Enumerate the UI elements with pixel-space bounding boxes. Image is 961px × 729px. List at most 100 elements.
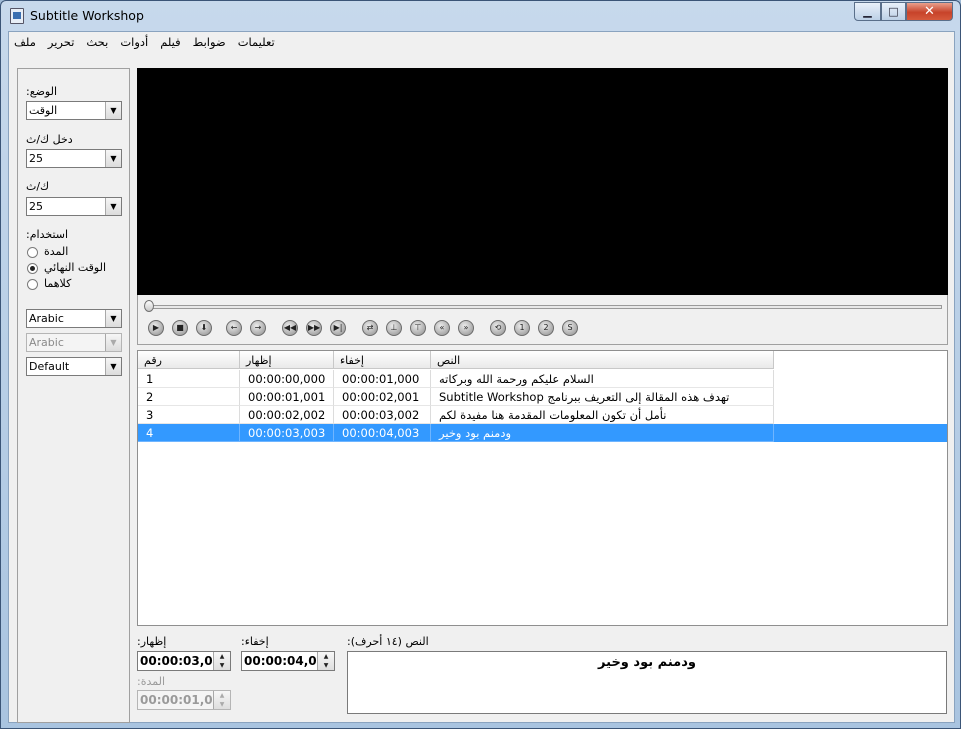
cell-hide: 00:00:02,001 bbox=[334, 388, 431, 406]
app-window: Subtitle Workshop ▁ □ ✕ ملف تحرير بحث أد… bbox=[0, 0, 961, 729]
input-fps-label: دخل ك/ث bbox=[26, 133, 73, 146]
text-label: :(النص (١٤ أحرف bbox=[347, 635, 429, 648]
chevron-down-icon[interactable]: ▼ bbox=[105, 150, 121, 167]
radio-duration[interactable] bbox=[27, 247, 38, 258]
menu-settings[interactable]: ضوابط bbox=[193, 35, 226, 49]
start-time-icon[interactable]: 1 bbox=[514, 320, 530, 336]
rewind-icon[interactable]: ◀◀ bbox=[282, 320, 298, 336]
client-area: ملف تحرير بحث أدوات فيلم ضوابط تعليمات :… bbox=[8, 31, 955, 723]
seek-bar[interactable] bbox=[146, 305, 942, 309]
language-1-value: Arabic bbox=[29, 312, 64, 325]
cell-number: 3 bbox=[138, 406, 240, 424]
pause-icon[interactable]: ⬇ bbox=[196, 320, 212, 336]
stop-icon[interactable]: ■ bbox=[172, 320, 188, 336]
mode-combo[interactable]: الوقت ▼ bbox=[26, 101, 122, 120]
close-button[interactable]: ✕ bbox=[906, 2, 953, 21]
style-combo[interactable]: Default ▼ bbox=[26, 357, 122, 376]
chevron-down-icon[interactable]: ▼ bbox=[105, 198, 121, 215]
menu-file[interactable]: ملف bbox=[14, 35, 36, 49]
cell-text: السلام عليكم ورحمة الله وبركاته bbox=[431, 370, 774, 388]
cell-number: 1 bbox=[138, 370, 240, 388]
duration-field: 00:00:01,000 ▲ ▼ bbox=[137, 690, 231, 710]
spin-updown-icon[interactable]: ▲ ▼ bbox=[213, 652, 230, 670]
menu-search[interactable]: بحث bbox=[86, 35, 108, 49]
fps-value: 25 bbox=[29, 200, 43, 213]
cell-text: ودمنم بود وخير bbox=[431, 424, 774, 442]
cell-show: 00:00:02,002 bbox=[240, 406, 334, 424]
cell-text: نأمل أن تكون المعلومات المقدمة هنا مفيدة… bbox=[431, 406, 774, 424]
loop-icon[interactable]: ⇄ bbox=[362, 320, 378, 336]
show-label: :إظهار bbox=[137, 635, 167, 648]
seek-thumb[interactable] bbox=[144, 300, 154, 312]
cell-number: 2 bbox=[138, 388, 240, 406]
radio-both-label: كلاهما bbox=[44, 277, 72, 290]
set-start-icon[interactable]: ⊥ bbox=[386, 320, 402, 336]
cell-hide: 00:00:01,000 bbox=[334, 370, 431, 388]
fps-combo[interactable]: 25 ▼ bbox=[26, 197, 122, 216]
radio-final-time[interactable] bbox=[27, 263, 38, 274]
chevron-down-icon: ▼ bbox=[105, 334, 121, 351]
sub-icon[interactable]: S bbox=[562, 320, 578, 336]
fps-label: ك/ث bbox=[26, 180, 50, 193]
chevron-down-icon[interactable]: ▼ bbox=[105, 358, 121, 375]
style-value: Default bbox=[29, 360, 70, 373]
menu-movie[interactable]: فيلم bbox=[160, 35, 180, 49]
use-label: :استخدام bbox=[26, 228, 69, 241]
table-row[interactable]: 2 00:00:01,001 00:00:02,001 تهدف هذه المقال… bbox=[138, 388, 947, 406]
header-number[interactable]: رقم bbox=[138, 351, 240, 369]
header-hide[interactable]: إخفاء bbox=[334, 351, 431, 369]
menu-help[interactable]: تعليمات bbox=[238, 35, 275, 49]
header-show[interactable]: إظهار bbox=[240, 351, 334, 369]
header-text[interactable]: النص bbox=[431, 351, 774, 369]
language-combo-2: Arabic ▼ bbox=[26, 333, 122, 352]
cell-show: 00:00:03,003 bbox=[240, 424, 334, 442]
radio-duration-label: المدة bbox=[44, 245, 69, 258]
duration-label: :المدة bbox=[137, 675, 166, 688]
play-icon[interactable]: ▶ bbox=[148, 320, 164, 336]
back-icon[interactable]: ← bbox=[226, 320, 242, 336]
next-frame-icon[interactable]: ▶| bbox=[330, 320, 346, 336]
set-end-icon[interactable]: ⊤ bbox=[410, 320, 426, 336]
table-row[interactable]: 3 00:00:02,002 00:00:03,002 نأمل أن تكون ال… bbox=[138, 406, 947, 424]
prev-sub-icon[interactable]: « bbox=[434, 320, 450, 336]
cell-number: 4 bbox=[138, 424, 240, 442]
input-fps-value: 25 bbox=[29, 152, 43, 165]
language-2-value: Arabic bbox=[29, 336, 64, 349]
left-panel: :الوضع الوقت ▼ دخل ك/ث 25 ▼ ك/ث 25 ▼ :اس… bbox=[17, 68, 130, 723]
fast-forward-icon[interactable]: ▶▶ bbox=[306, 320, 322, 336]
title-bar[interactable]: Subtitle Workshop ▁ □ ✕ bbox=[1, 1, 960, 31]
spin-updown-icon[interactable]: ▲ ▼ bbox=[317, 652, 334, 670]
chevron-down-icon[interactable]: ▼ bbox=[105, 102, 121, 119]
menu-tools[interactable]: أدوات bbox=[120, 35, 148, 49]
input-fps-combo[interactable]: 25 ▼ bbox=[26, 149, 122, 168]
app-icon bbox=[10, 8, 24, 24]
maximize-button[interactable]: □ bbox=[881, 2, 906, 21]
video-preview[interactable] bbox=[137, 68, 948, 295]
cell-hide: 00:00:03,002 bbox=[334, 406, 431, 424]
language-combo-1[interactable]: Arabic ▼ bbox=[26, 309, 122, 328]
table-row[interactable]: 1 00:00:00,000 00:00:01,000 السلام عليكم ور… bbox=[138, 370, 947, 388]
cell-show: 00:00:00,000 bbox=[240, 370, 334, 388]
subtitle-text-editor[interactable]: ودمنم بود وخير bbox=[347, 651, 947, 714]
end-time-icon[interactable]: 2 bbox=[538, 320, 554, 336]
minimize-button[interactable]: ▁ bbox=[854, 2, 881, 21]
radio-final-time-label: الوقت النهائي bbox=[44, 261, 107, 274]
show-time-field[interactable]: 00:00:03,003 ▲ ▼ bbox=[137, 651, 231, 671]
next-sub-icon[interactable]: » bbox=[458, 320, 474, 336]
table-header: رقم إظهار إخفاء النص bbox=[138, 351, 774, 369]
menu-bar: ملف تحرير بحث أدوات فيلم ضوابط تعليمات bbox=[9, 32, 954, 52]
subtitle-table[interactable]: رقم إظهار إخفاء النص 1 00:00:00,000 00:00:… bbox=[137, 350, 948, 626]
forward-icon[interactable]: → bbox=[250, 320, 266, 336]
cell-text: تهدف هذه المقالة إلى التعريف ببرنامج Sub… bbox=[431, 388, 774, 406]
player-controls: ▶ ■ ⬇ ← → ◀◀ ▶▶ ▶| ⇄ ⊥ ⊤ « » ⟲ 1 2 S bbox=[137, 295, 948, 345]
mode-value: الوقت bbox=[29, 104, 58, 117]
table-row[interactable]: 4 00:00:03,003 00:00:04,003 ودمنم بود وخير bbox=[138, 424, 947, 442]
radio-both[interactable] bbox=[27, 279, 38, 290]
cell-show: 00:00:01,001 bbox=[240, 388, 334, 406]
hide-time-field[interactable]: 00:00:04,003 ▲ ▼ bbox=[241, 651, 335, 671]
sync-icon[interactable]: ⟲ bbox=[490, 320, 506, 336]
menu-edit[interactable]: تحرير bbox=[48, 35, 75, 49]
window-title: Subtitle Workshop bbox=[30, 8, 144, 23]
mode-label: :الوضع bbox=[26, 85, 58, 98]
chevron-down-icon[interactable]: ▼ bbox=[105, 310, 121, 327]
